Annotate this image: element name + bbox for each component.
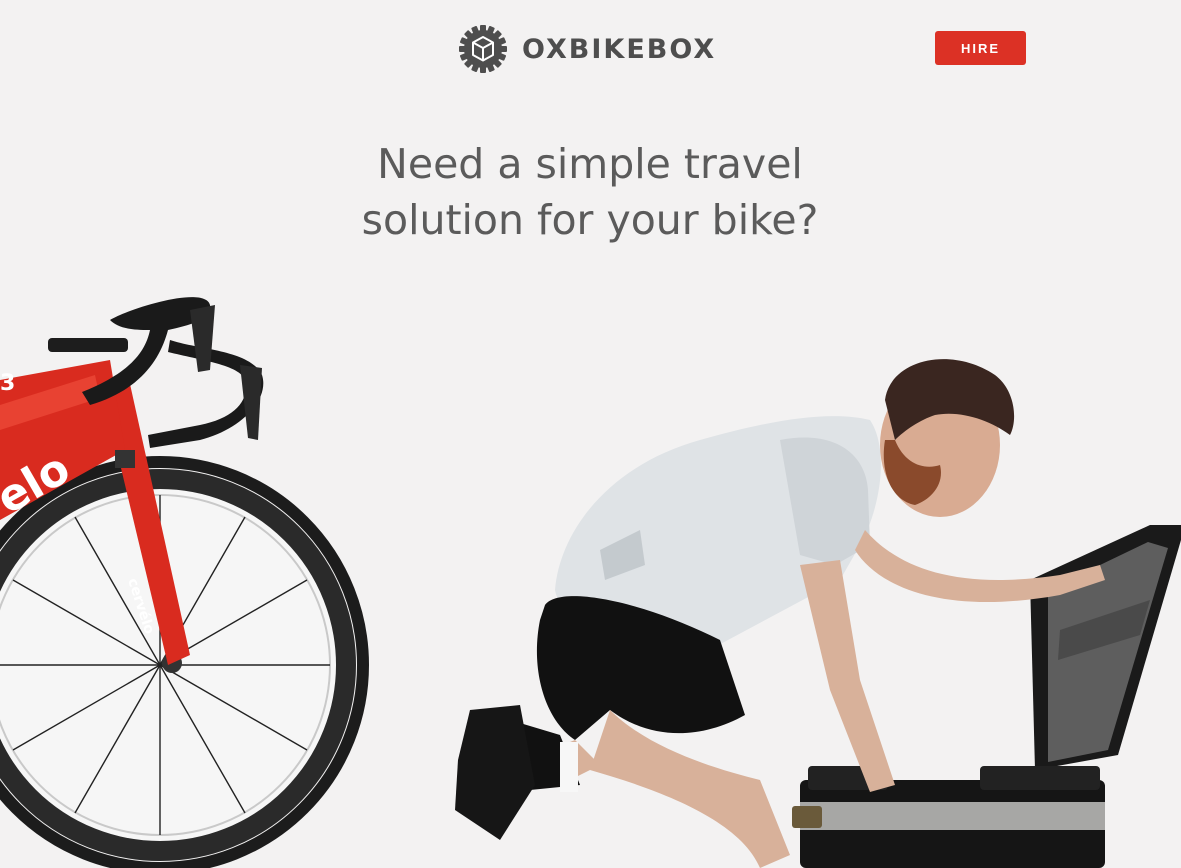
hire-button[interactable]: HIRE: [935, 31, 1026, 65]
brand-logo[interactable]: OXBIKEBOX: [458, 24, 716, 74]
headline-line-1: Need a simple travel: [377, 140, 803, 188]
hero-headline: Need a simple travel solution for your b…: [290, 136, 890, 248]
brand-name: OXBIKEBOX: [522, 33, 717, 65]
top-bar: OXBIKEBOX HIRE: [0, 0, 1181, 100]
headline-line-2: solution for your bike?: [361, 196, 819, 244]
man-packing-bike-illustration: elo cervélo 3: [0, 297, 1181, 868]
hero-image: elo cervélo 3: [0, 280, 1181, 868]
road-bike-icon: elo cervélo 3: [0, 297, 369, 868]
svg-text:3: 3: [0, 371, 15, 396]
gear-box-logo-icon: [459, 25, 507, 73]
